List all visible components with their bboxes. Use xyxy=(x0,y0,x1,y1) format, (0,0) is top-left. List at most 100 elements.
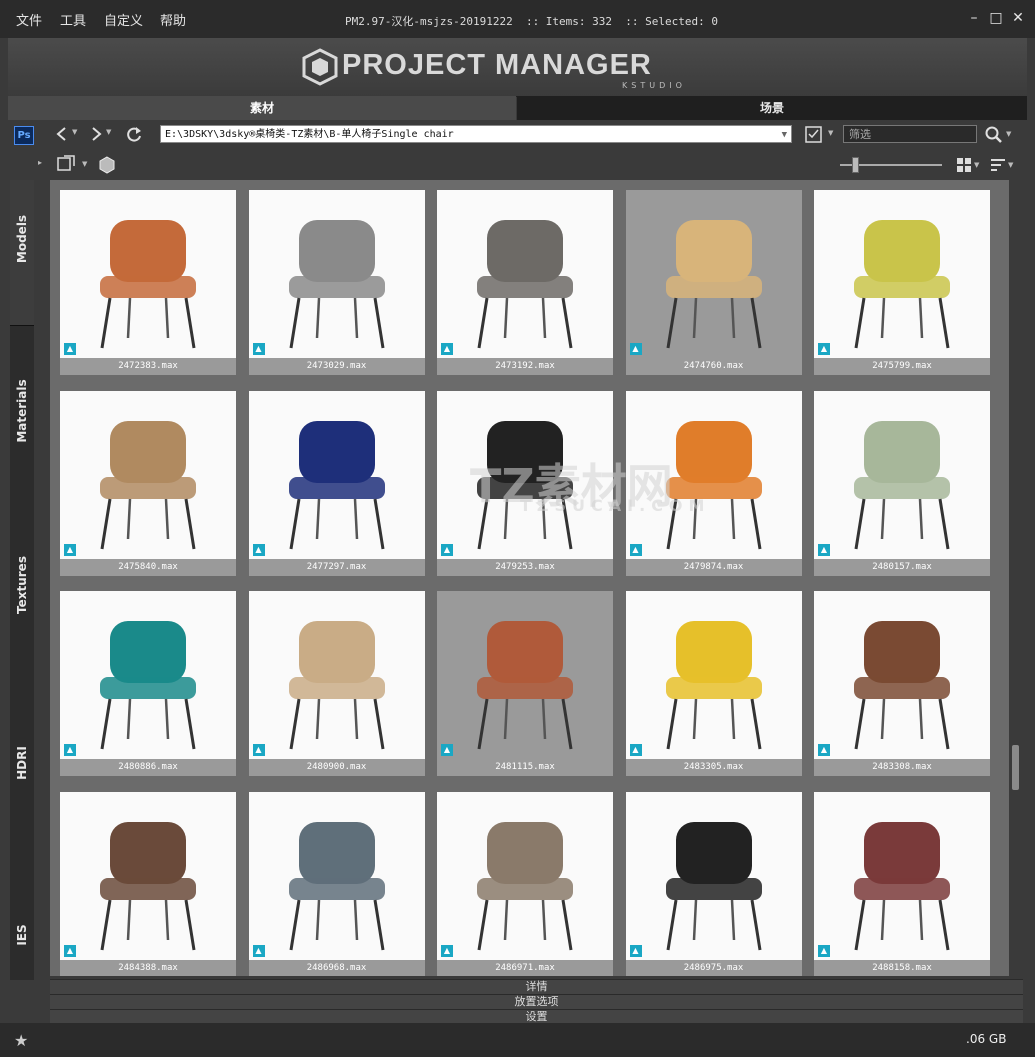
menu-customize[interactable]: 自定义 xyxy=(104,10,143,29)
asset-filename: 2473192.max xyxy=(437,358,613,375)
refresh-icon[interactable] xyxy=(126,126,143,143)
asset-tile[interactable]: ▲ 2473192.max xyxy=(437,190,613,375)
asset-tile[interactable]: ▲ 2477297.max xyxy=(248,390,425,576)
max-file-icon: ▲ xyxy=(818,343,830,355)
max-file-icon: ▲ xyxy=(629,543,642,556)
bookmark-list-icon[interactable] xyxy=(804,125,824,144)
sidebar-item-textures[interactable]: Textures xyxy=(10,496,34,676)
max-file-icon: ▲ xyxy=(64,944,76,957)
asset-tile[interactable]: ▲ 2488158.max xyxy=(814,791,990,976)
maximize-icon[interactable]: □ xyxy=(988,10,1004,26)
asset-filename: 2475799.max xyxy=(814,358,990,375)
menu-help[interactable]: 帮助 xyxy=(160,10,186,29)
sidebar-item-hdri[interactable]: HDRI xyxy=(10,676,34,846)
path-dropdown-icon[interactable]: ▼ xyxy=(782,126,787,142)
asset-thumbnail: ▲ xyxy=(248,390,425,559)
chair-icon xyxy=(288,220,385,349)
chair-icon xyxy=(100,220,196,349)
chair-icon xyxy=(854,420,950,549)
back-dropdown-icon[interactable]: ▼ xyxy=(72,128,77,136)
sidebar-expand-icon[interactable]: ▸ xyxy=(38,158,42,167)
asset-tile[interactable]: ▲ 2479253.max xyxy=(437,390,613,576)
chair-icon xyxy=(100,621,196,750)
max-file-icon: ▲ xyxy=(252,744,265,756)
max-file-icon: ▲ xyxy=(629,343,642,355)
asset-tile[interactable]: ▲ 2483305.max xyxy=(625,591,802,776)
asset-tile[interactable]: ▲ 2474760.max xyxy=(625,190,802,375)
slider-handle[interactable] xyxy=(852,157,859,173)
sidebar-label-hdri: HDRI xyxy=(15,746,29,780)
sync-dropdown-icon[interactable]: ▼ xyxy=(82,160,87,168)
grid-dropdown-icon[interactable]: ▼ xyxy=(974,161,979,169)
asset-tile[interactable]: ▲ 2472383.max xyxy=(60,190,236,375)
sort-icon[interactable] xyxy=(990,157,1006,173)
minimize-icon[interactable]: – xyxy=(966,10,982,26)
asset-filename: 2488158.max xyxy=(814,959,990,976)
logo-icon xyxy=(302,48,338,86)
chair-icon xyxy=(665,821,762,950)
asset-tile[interactable]: ▲ 2480157.max xyxy=(814,390,990,576)
panel-details[interactable]: 详情 xyxy=(50,979,1023,994)
panel-settings[interactable]: 设置 xyxy=(50,1009,1023,1024)
grid-view-icon[interactable] xyxy=(956,157,972,173)
asset-tile[interactable]: ▲ 2480886.max xyxy=(60,591,236,776)
asset-tile[interactable]: ▲ 2481115.max xyxy=(437,591,613,776)
back-arrow-icon[interactable] xyxy=(54,126,70,142)
asset-thumbnail: ▲ xyxy=(437,190,613,358)
max-file-icon: ▲ xyxy=(64,343,76,355)
asset-tile[interactable]: ▲ 2475840.max xyxy=(60,390,236,576)
sort-dropdown-icon[interactable]: ▼ xyxy=(1008,161,1013,169)
asset-grid-area[interactable]: ▲ 2472383.max ▲ 2473029.max ▲ 2473192.max ▲ 247… xyxy=(50,180,1009,976)
asset-thumbnail: ▲ xyxy=(814,591,990,759)
asset-thumbnail: ▲ xyxy=(437,390,613,559)
sidebar-item-models[interactable]: Models xyxy=(10,180,34,325)
asset-thumbnail: ▲ xyxy=(437,791,613,960)
asset-thumbnail: ▲ xyxy=(60,190,236,358)
asset-filename: 2479874.max xyxy=(625,558,802,576)
asset-tile[interactable]: ▲ 2486971.max xyxy=(437,791,613,976)
tab-scenes[interactable]: 场景 xyxy=(517,96,1027,120)
asset-filename: 2477297.max xyxy=(248,558,425,576)
asset-tile[interactable]: ▲ 2480900.max xyxy=(248,591,425,776)
scrollbar-thumb[interactable] xyxy=(1012,745,1019,790)
close-icon[interactable]: ✕ xyxy=(1010,10,1026,26)
asset-tile[interactable]: ▲ 2473029.max xyxy=(248,190,425,375)
forward-arrow-icon[interactable] xyxy=(88,126,104,142)
sidebar-item-ies[interactable]: IES xyxy=(10,846,34,980)
menu-file[interactable]: 文件 xyxy=(16,10,42,29)
forward-dropdown-icon[interactable]: ▼ xyxy=(106,128,111,136)
asset-thumbnail: ▲ xyxy=(60,390,236,559)
asset-filename: 2480900.max xyxy=(248,759,425,776)
asset-thumbnail: ▲ xyxy=(248,591,425,759)
asset-thumbnail: ▲ xyxy=(625,190,802,358)
star-icon[interactable]: ★ xyxy=(14,1031,28,1050)
asset-thumbnail: ▲ xyxy=(625,390,802,559)
asset-filename: 2483308.max xyxy=(814,759,990,776)
asset-tile[interactable]: ▲ 2479874.max xyxy=(625,390,802,576)
tab-assets[interactable]: 素材 xyxy=(8,96,516,120)
asset-tile[interactable]: ▲ 2484388.max xyxy=(60,791,236,976)
photoshop-icon[interactable]: Ps xyxy=(14,126,34,145)
asset-tile[interactable]: ▲ 2486975.max xyxy=(625,791,802,976)
filter-input[interactable]: 筛选 xyxy=(843,125,977,143)
sidebar-item-materials[interactable]: Materials xyxy=(10,326,34,496)
bookmark-dropdown-icon[interactable]: ▼ xyxy=(828,129,833,137)
max-file-icon: ▲ xyxy=(818,744,830,756)
asset-tile[interactable]: ▲ 2475799.max xyxy=(814,190,990,375)
panel-placement-options[interactable]: 放置选项 xyxy=(50,994,1023,1009)
vertical-scrollbar[interactable] xyxy=(1009,180,1023,976)
asset-filename: 2474760.max xyxy=(625,358,802,375)
menu-tools[interactable]: 工具 xyxy=(60,10,86,29)
asset-filename: 2472383.max xyxy=(60,358,236,375)
banner-subtitle: KSTUDIO xyxy=(622,81,686,90)
asset-tile[interactable]: ▲ 2486968.max xyxy=(248,791,425,976)
max-file-icon: ▲ xyxy=(629,744,642,756)
max-file-icon: ▲ xyxy=(629,944,642,957)
asset-filename: 2486971.max xyxy=(437,959,613,976)
search-dropdown-icon[interactable]: ▼ xyxy=(1006,130,1011,138)
asset-tile[interactable]: ▲ 2483308.max xyxy=(814,591,990,776)
path-input[interactable]: E:\3DSKY\3dsky®桌椅类-TZ素材\B-单人椅子Single cha… xyxy=(160,125,792,143)
add-model-icon[interactable] xyxy=(98,155,118,175)
search-icon[interactable] xyxy=(984,125,1003,144)
sync-icon[interactable] xyxy=(56,155,78,175)
